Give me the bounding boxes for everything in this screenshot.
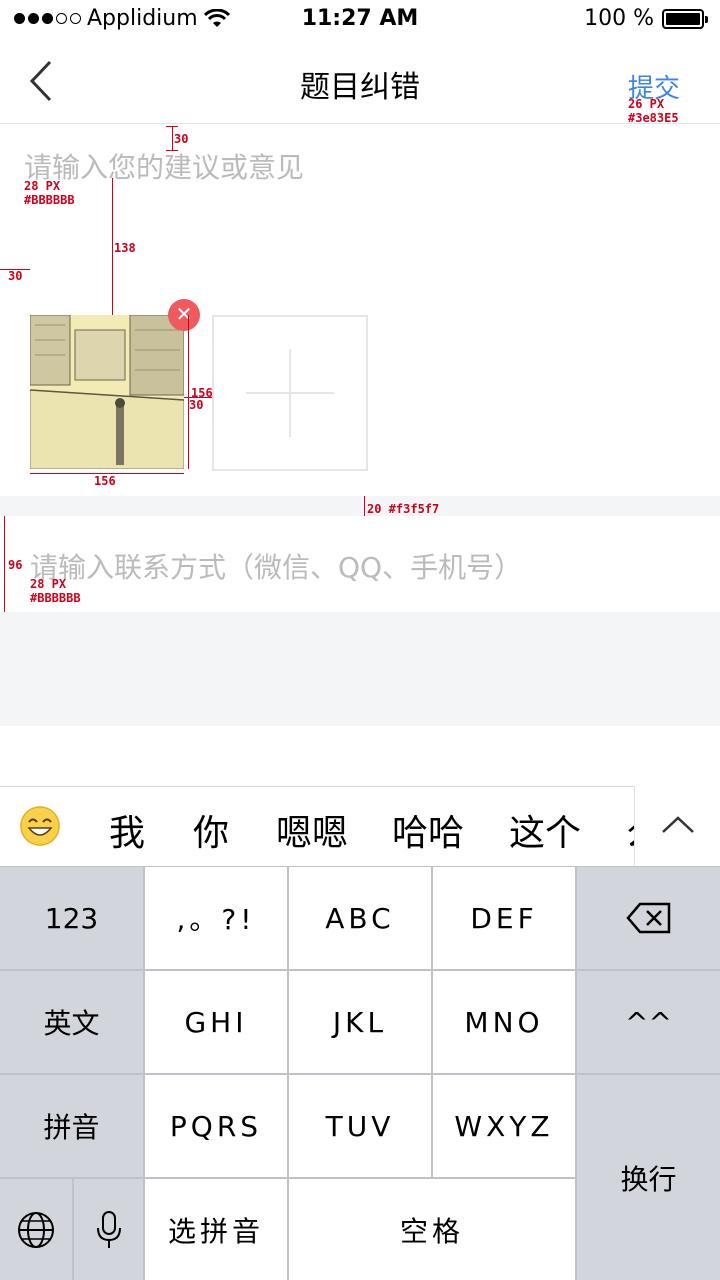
expand-candidates-button[interactable] bbox=[634, 786, 720, 866]
candidate-word[interactable]: 这个 bbox=[509, 804, 581, 856]
key-ghi[interactable]: GHI bbox=[145, 971, 287, 1073]
section-separator bbox=[0, 496, 720, 516]
key-mno[interactable]: MNO bbox=[433, 971, 575, 1073]
key-wxyz[interactable]: WXYZ bbox=[433, 1075, 575, 1177]
key-jkl[interactable]: JKL bbox=[289, 971, 431, 1073]
key-pinyin[interactable]: 拼音 bbox=[0, 1075, 143, 1177]
globe-icon bbox=[18, 1211, 54, 1248]
key-def[interactable]: DEF bbox=[433, 867, 575, 969]
placeholder-color-annotation: #BBBBBB bbox=[24, 193, 75, 207]
contact-color-annotation: #BBBBBB bbox=[30, 591, 81, 605]
key-emoticon[interactable]: ^^ bbox=[577, 971, 720, 1073]
contact-input[interactable]: 请输入联系方式（微信、QQ、手机号） bbox=[30, 546, 522, 586]
top-gap-annotation: 30 bbox=[174, 132, 189, 146]
chevron-up-icon bbox=[662, 816, 694, 833]
key-abc[interactable]: ABC bbox=[289, 867, 431, 969]
separator-annotation: 20 #f3f5f7 bbox=[367, 502, 440, 516]
left-margin-annotation: 30 bbox=[8, 269, 23, 283]
contact-font-annotation: 28 PX bbox=[30, 577, 67, 591]
close-icon: ✕ bbox=[175, 302, 193, 326]
thumb-gap-annotation: 30 bbox=[189, 398, 204, 412]
key-123[interactable]: 123 bbox=[0, 867, 143, 969]
backspace-icon bbox=[625, 902, 670, 934]
keyboard: 123 ,。?! ABC DEF 英文 GHI JKL MNO ^^ 拼音 PQ… bbox=[0, 866, 720, 1280]
candidate-word[interactable]: 你 bbox=[193, 804, 229, 856]
microphone-icon bbox=[96, 1210, 121, 1248]
row-height-annotation: 96 bbox=[8, 558, 23, 572]
remove-image-button[interactable]: ✕ bbox=[168, 299, 200, 331]
return-key[interactable]: 换行 bbox=[577, 1075, 720, 1280]
placeholder-font-annotation: 28 PX bbox=[24, 179, 61, 193]
candidate-word[interactable]: 我 bbox=[109, 804, 145, 856]
backspace-key[interactable] bbox=[577, 867, 720, 969]
status-bar: Applidium 11:27 AM 100 % bbox=[0, 0, 720, 40]
thumb-width-annotation: 156 bbox=[94, 474, 116, 488]
candidate-word[interactable]: 嗯嗯 bbox=[276, 804, 348, 856]
add-image-button[interactable] bbox=[212, 315, 368, 471]
sketch-image bbox=[30, 315, 184, 469]
key-tuv[interactable]: TUV bbox=[289, 1075, 431, 1177]
key-pqrs[interactable]: PQRS bbox=[145, 1075, 287, 1177]
candidate-bar bbox=[0, 786, 720, 868]
key-select-pinyin[interactable]: 选拼音 bbox=[145, 1179, 287, 1280]
nav-bar: 题目纠错 提交 bbox=[0, 40, 720, 124]
emoji-icon[interactable] bbox=[20, 806, 60, 846]
submit-color-annotation: #3e83E5 bbox=[628, 111, 679, 125]
candidate-word[interactable]: 么 bbox=[626, 813, 634, 848]
background-area bbox=[0, 612, 720, 726]
submit-font-annotation: 26 PX bbox=[628, 97, 665, 111]
key-english[interactable]: 英文 bbox=[0, 971, 143, 1073]
battery-icon bbox=[662, 8, 708, 29]
microphone-key[interactable] bbox=[74, 1179, 143, 1280]
space-key[interactable]: 空格 bbox=[289, 1179, 575, 1280]
page-title: 题目纠错 bbox=[300, 70, 420, 105]
gap-annotation: 138 bbox=[114, 241, 136, 255]
battery-percent: 100 % bbox=[584, 6, 654, 31]
candidate-word[interactable]: 哈哈 bbox=[392, 804, 464, 856]
feedback-input[interactable]: 请输入您的建议或意见 bbox=[24, 146, 304, 186]
key-punctuation[interactable]: ,。?! bbox=[145, 867, 287, 969]
globe-key[interactable] bbox=[0, 1179, 72, 1280]
attached-image-thumbnail[interactable] bbox=[30, 315, 184, 469]
